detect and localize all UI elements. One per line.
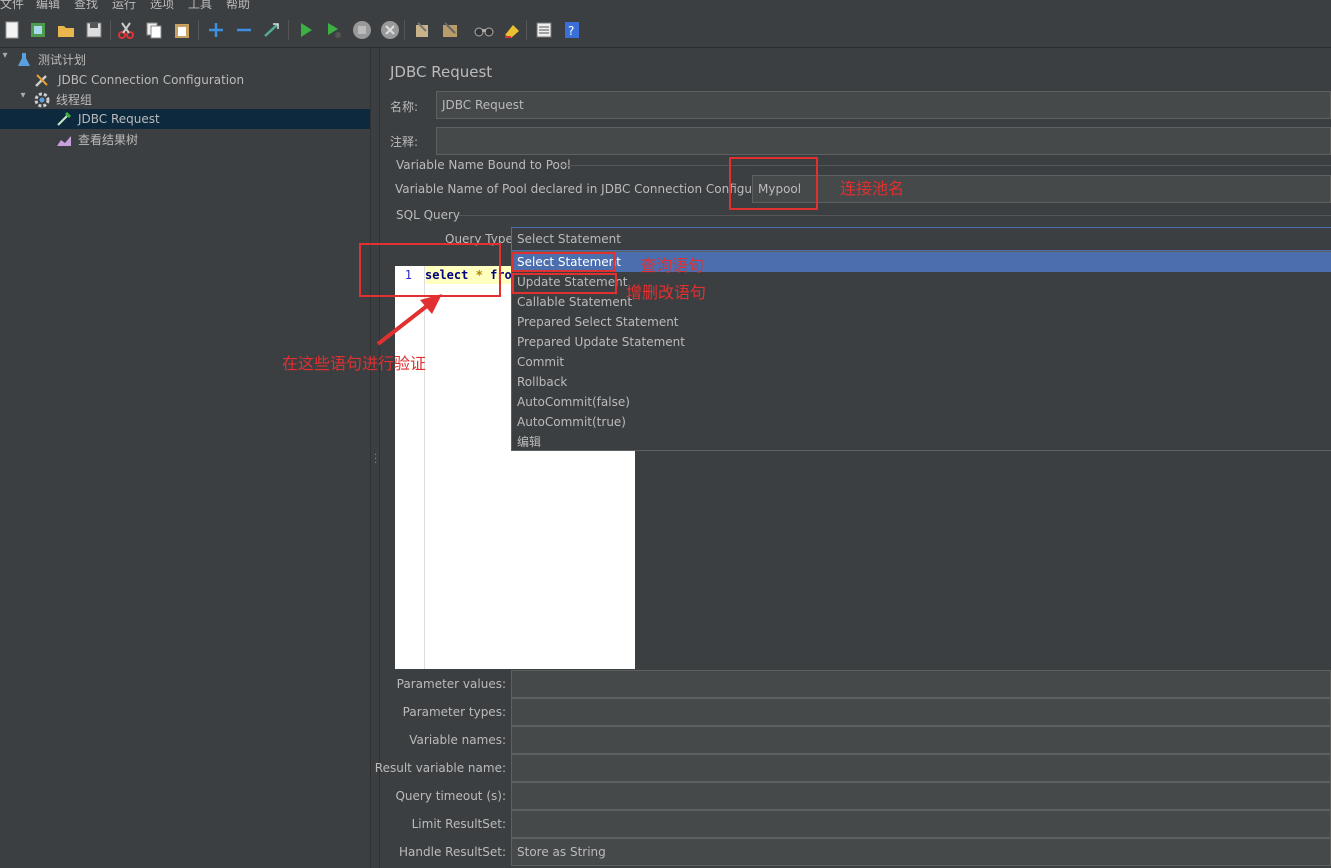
start-icon[interactable] xyxy=(296,20,316,40)
comment-label: 注释: xyxy=(390,135,419,149)
toggle-icon[interactable] xyxy=(262,20,282,40)
tree-node-label: 测试计划 xyxy=(38,53,87,67)
clear-all-icon[interactable] xyxy=(440,20,460,40)
collapse-arrow-icon[interactable]: ▾ xyxy=(18,90,28,110)
annotation-verify-note: 在这些语句进行验证 xyxy=(282,354,427,373)
stop-icon[interactable] xyxy=(352,20,372,40)
query-type-select[interactable]: Select Statement xyxy=(511,227,1331,251)
annotation-box-pool xyxy=(729,157,818,210)
tree-node-label: 线程组 xyxy=(56,93,93,107)
name-label: 名称: xyxy=(390,100,419,114)
query-timeout-label: Query timeout (s): xyxy=(395,789,506,803)
annotation-arrow-icon xyxy=(376,294,442,346)
search-icon[interactable] xyxy=(474,20,494,40)
reset-search-icon[interactable] xyxy=(502,20,522,40)
templates-icon[interactable] xyxy=(28,20,48,40)
tree-node-jdbc-request[interactable]: JDBC Request xyxy=(0,109,370,129)
pool-group-title: Variable Name Bound to Pool xyxy=(396,158,571,172)
variable-names-label: Variable names: xyxy=(409,733,506,747)
wrench-icon xyxy=(35,74,48,87)
param-values-label: Parameter values: xyxy=(396,677,506,691)
annotation-select-note: 查询语句 xyxy=(640,256,705,275)
result-variable-label: Result variable name: xyxy=(374,761,506,775)
start-no-pause-icon[interactable] xyxy=(324,20,344,40)
annotation-box-update xyxy=(512,273,617,294)
option-rollback[interactable]: Rollback xyxy=(512,372,1331,392)
option-autocommit-true[interactable]: AutoCommit(true) xyxy=(512,412,1331,432)
param-types-input[interactable] xyxy=(511,698,1331,726)
menu-help[interactable]: 帮助 xyxy=(226,0,250,12)
option-prepared-select[interactable]: Prepared Select Statement xyxy=(512,312,1331,332)
option-select-statement[interactable]: Select Statement xyxy=(512,252,1331,272)
function-helper-icon[interactable] xyxy=(534,20,554,40)
collapse-arrow-icon[interactable]: ▾ xyxy=(0,50,10,70)
menu-options[interactable]: 选项 xyxy=(150,0,174,12)
splitter-handle[interactable]: · · · xyxy=(370,48,380,868)
menu-file[interactable]: 文件 xyxy=(0,0,24,12)
expand-icon[interactable] xyxy=(206,20,226,40)
limit-resultset-input[interactable] xyxy=(511,810,1331,838)
collapse-icon[interactable] xyxy=(234,20,254,40)
flask-icon xyxy=(18,53,30,66)
copy-icon[interactable] xyxy=(144,20,164,40)
panel-title: JDBC Request xyxy=(390,63,493,81)
handle-resultset-label: Handle ResultSet: xyxy=(399,845,506,859)
test-plan-tree: ▾ 测试计划 JDBC Connection Configuration ▾ 线… xyxy=(0,48,370,868)
name-input[interactable]: JDBC Request xyxy=(436,91,1331,119)
menu-edit[interactable]: 编辑 xyxy=(36,0,60,12)
menu-run[interactable]: 运行 xyxy=(112,0,136,12)
open-icon[interactable] xyxy=(56,20,76,40)
pool-name-input[interactable]: Mypool xyxy=(752,175,1331,203)
variable-names-input[interactable] xyxy=(511,726,1331,754)
save-icon[interactable] xyxy=(84,20,104,40)
tree-node-test-plan[interactable]: 测试计划 xyxy=(16,50,316,70)
new-icon[interactable] xyxy=(2,20,22,40)
paste-icon[interactable] xyxy=(172,20,192,40)
cut-icon[interactable] xyxy=(116,20,136,40)
menu-bar: 文件 编辑 查找 运行 选项 工具 帮助 xyxy=(0,0,1331,12)
option-prepared-update[interactable]: Prepared Update Statement xyxy=(512,332,1331,352)
tree-node-label: JDBC Request xyxy=(78,112,160,126)
gear-icon xyxy=(34,92,50,108)
svg-text:?: ? xyxy=(568,24,574,38)
jdbc-request-panel: JDBC Request 名称: JDBC Request 注释: Variab… xyxy=(375,48,1331,868)
result-variable-input[interactable] xyxy=(511,754,1331,782)
pipette-icon xyxy=(57,111,72,126)
limit-resultset-label: Limit ResultSet: xyxy=(411,817,506,831)
option-autocommit-false[interactable]: AutoCommit(false) xyxy=(512,392,1331,412)
shutdown-icon[interactable] xyxy=(380,20,400,40)
option-edit[interactable]: 编辑 xyxy=(512,432,1331,452)
clear-icon[interactable] xyxy=(412,20,432,40)
option-commit[interactable]: Commit xyxy=(512,352,1331,372)
tree-node-label: 查看结果树 xyxy=(78,133,139,147)
help-icon[interactable]: ? xyxy=(562,20,582,40)
toolbar: ? xyxy=(0,12,1331,48)
tree-node-thread-group[interactable]: 线程组 xyxy=(34,90,334,110)
sql-group-title: SQL Query xyxy=(396,208,461,222)
annotation-update-note: 增删改语句 xyxy=(626,283,707,302)
handle-resultset-select[interactable]: Store as String xyxy=(511,838,1331,866)
tree-node-label: JDBC Connection Configuration xyxy=(58,73,245,87)
param-types-label: Parameter types: xyxy=(402,705,506,719)
annotation-box-select xyxy=(512,252,615,272)
menu-search[interactable]: 查找 xyxy=(74,0,98,12)
tree-node-jdbc-config[interactable]: JDBC Connection Configuration xyxy=(34,70,334,90)
menu-tools[interactable]: 工具 xyxy=(188,0,212,12)
param-values-input[interactable] xyxy=(511,670,1331,698)
comment-input[interactable] xyxy=(436,127,1331,155)
query-timeout-input[interactable] xyxy=(511,782,1331,810)
chart-icon xyxy=(57,136,71,146)
tree-node-view-results-tree[interactable]: 查看结果树 xyxy=(56,130,356,150)
annotation-pool-note: 连接池名 xyxy=(840,179,905,198)
